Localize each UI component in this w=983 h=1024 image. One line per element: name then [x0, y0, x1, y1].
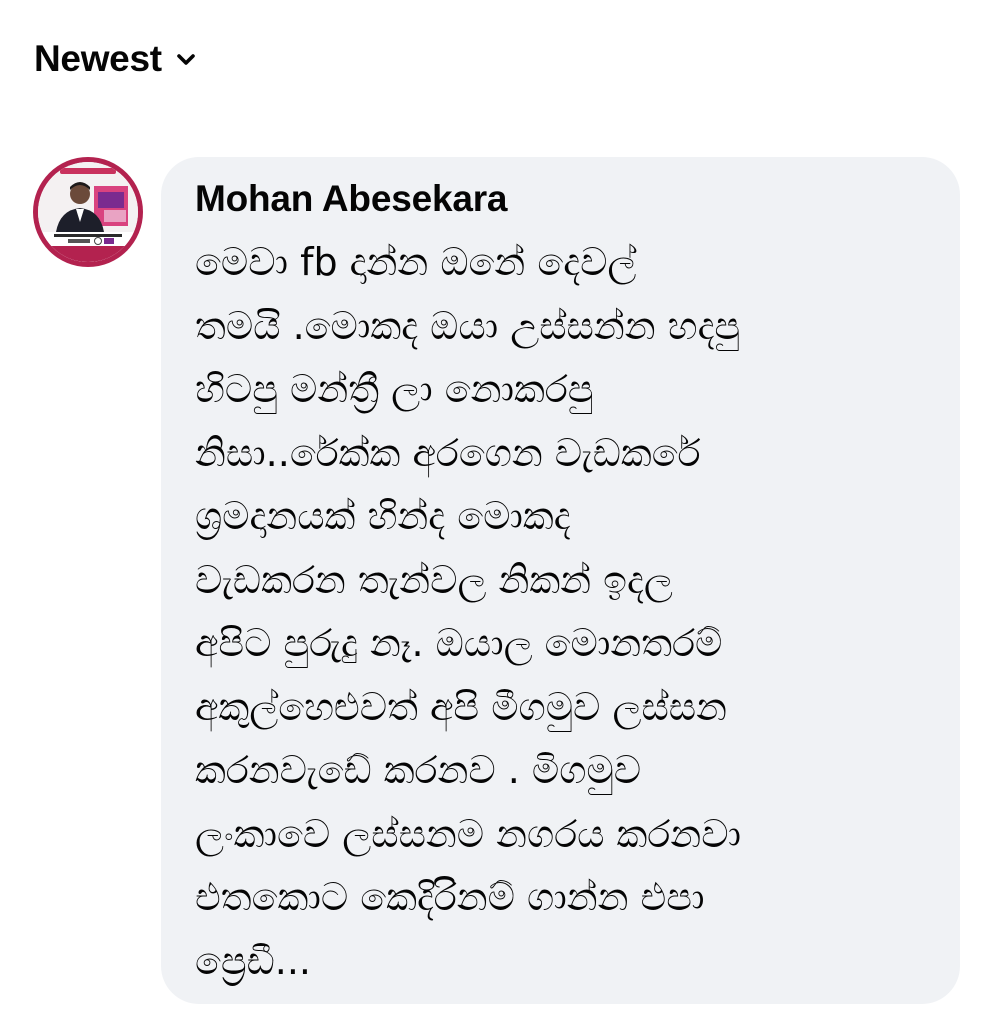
comment-line: හිටපු මන්ත්‍රී ලා නොකරපු: [195, 367, 594, 411]
commenter-avatar[interactable]: [33, 157, 143, 267]
comment-line: තමයි .මොකද ඔයා උස්සන්න හදපු: [195, 303, 741, 348]
sort-label: Newest: [34, 38, 162, 79]
comment-line: මෙවා fb දාන්න ඔනේ දෙවල්: [195, 240, 637, 284]
comment-line: අපිට පුරුදු නෑ. ඔයාල මොනතරම්: [195, 621, 723, 665]
comment-bubble: Mohan Abesekara මෙවා fb දාන්න ඔනේ දෙවල් …: [161, 157, 960, 1004]
comment-line: කරනවැඩේ කරනව . මිගමුව: [195, 748, 642, 792]
comment-line: එතකොට කෙදිරිනම් ගාන්න එපා: [195, 875, 705, 919]
comment-line: ප්‍රෙඩී...: [195, 938, 311, 983]
comment-text: මෙවා fb දාන්න ඔනේ දෙවල් තමයි .මොකද ඔයා උ…: [195, 231, 930, 993]
profile-photo: [38, 162, 138, 262]
comment-line: ශ්‍රමදානයක් හින්ද මොකද: [195, 494, 571, 538]
comment-author-name[interactable]: Mohan Abesekara: [195, 177, 507, 221]
comment-line: ලංකාවෙ ලස්සනම නගරය කරනවා: [195, 811, 742, 856]
comment-sort-dropdown[interactable]: Newest: [34, 38, 196, 80]
chevron-down-icon: [176, 52, 196, 66]
comment-line: අකුල්හෙළුවත් අපි මීගමුව ලස්සන: [195, 684, 727, 729]
comment-line: වැඩකරන තැන්වල නිකන් ඉදල: [195, 557, 673, 602]
comment-line: නිසා..රේක්ක අරගෙන වැඩකරේ: [195, 430, 701, 475]
